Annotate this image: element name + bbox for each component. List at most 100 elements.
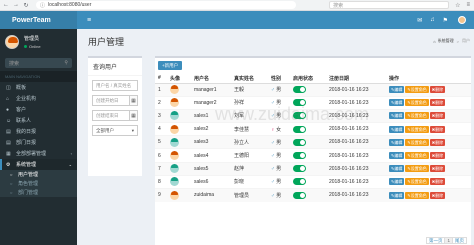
set-role-button[interactable]: ✎设置角色	[405, 125, 429, 133]
sidebar-search-placeholder: 搜索	[9, 60, 20, 67]
enabled-toggle[interactable]	[293, 125, 306, 133]
sidebar-item-company[interactable]: ⌂ 企业机构	[0, 93, 77, 104]
set-role-button[interactable]: ✎设置角色	[405, 86, 429, 94]
breadcrumb-separator: >	[456, 38, 459, 44]
circle-icon: ○	[10, 190, 13, 195]
set-role-button[interactable]: ✎设置角色	[405, 152, 429, 160]
edit-button[interactable]: ✎编辑	[389, 125, 405, 133]
avatar	[170, 164, 179, 174]
delete-button[interactable]: ✖删除	[429, 125, 446, 133]
menu-icon[interactable]: ≡	[466, 2, 470, 8]
edit-button-label: 编辑	[394, 113, 403, 119]
sidebar: 管理员 Online 搜索 ⚲ MAIN NAVIGATION ◫ 概板 ⌂ 企…	[0, 29, 77, 245]
date-from-field[interactable]: 创建开始日 ▦	[92, 95, 138, 106]
delete-button[interactable]: ✖删除	[429, 138, 446, 146]
search-icon[interactable]: ⚲	[64, 60, 68, 66]
user-icon: ●	[6, 106, 10, 113]
enabled-toggle[interactable]	[293, 165, 306, 173]
set-role-button[interactable]: ✎设置角色	[405, 138, 429, 146]
avatar	[170, 137, 179, 147]
mail-icon[interactable]: ✉	[417, 17, 422, 24]
edit-button[interactable]: ✎编辑	[389, 99, 405, 107]
delete-button[interactable]: ✖删除	[429, 112, 446, 120]
enabled-toggle[interactable]	[293, 191, 306, 199]
app-logo[interactable]: PowerTeam	[0, 11, 77, 29]
breadcrumb-current: 用户	[462, 38, 470, 43]
edit-button[interactable]: ✎编辑	[389, 86, 405, 94]
set-role-button[interactable]: ✎设置角色	[405, 178, 429, 186]
edit-button[interactable]: ✎编辑	[389, 165, 405, 173]
sidebar-item-deploy[interactable]: ▦ 全部部署管理 ‹	[0, 148, 77, 159]
set-role-button[interactable]: ✎设置角色	[405, 99, 429, 107]
add-user-button[interactable]: +新用户	[158, 61, 183, 70]
edit-button[interactable]: ✎编辑	[389, 191, 405, 199]
bell-icon[interactable]: ♫	[430, 17, 435, 23]
enabled-toggle[interactable]	[293, 152, 306, 160]
table-row: 7 sales5 赵萍 ♂ 男 2018-01-16 16:23 ✎编辑 ✎设置角色 ✖删除	[155, 161, 471, 176]
date-to-field[interactable]: 创建结束日 ▦	[92, 110, 138, 121]
role-select[interactable]: 全部用户 ▾	[92, 125, 138, 136]
sidebar-subitem-users[interactable]: ○ 用户管理	[0, 170, 77, 179]
calendar-icon[interactable]: ▦	[130, 110, 138, 121]
header-avatar[interactable]	[458, 16, 466, 24]
sidebar-item-system[interactable]: ⚙ 系统管理 ⌄	[0, 159, 77, 170]
enabled-toggle[interactable]	[293, 138, 306, 146]
sidebar-item-dashboard[interactable]: ◫ 概板	[0, 82, 77, 93]
date-to-placeholder: 创建结束日	[96, 112, 119, 118]
avatar-cell	[167, 174, 191, 189]
delete-button[interactable]: ✖删除	[429, 86, 446, 94]
forward-icon[interactable]: →	[12, 1, 20, 9]
status-cell	[290, 148, 326, 163]
sidebar-item-label: 客户	[16, 107, 27, 113]
set-role-button[interactable]: ✎设置角色	[405, 112, 429, 120]
calendar-icon[interactable]: ▦	[130, 95, 138, 106]
set-role-button[interactable]: ✎设置角色	[405, 165, 429, 173]
enabled-toggle[interactable]	[293, 178, 306, 186]
sidebar-item-contact[interactable]: ☺ 联系人	[0, 115, 77, 126]
pager-last[interactable]: 尾页	[452, 237, 467, 244]
delete-button[interactable]: ✖删除	[429, 152, 446, 160]
delete-button[interactable]: ✖删除	[429, 99, 446, 107]
sidebar-item-customer[interactable]: ● 客户	[0, 104, 77, 115]
bank-icon: ⌂	[6, 95, 10, 102]
column-header: 启用状态	[290, 74, 326, 84]
back-icon[interactable]: ←	[2, 1, 10, 9]
delete-button[interactable]: ✖删除	[429, 165, 446, 173]
sidebar-toggle-icon[interactable]: ≡	[87, 17, 91, 24]
delete-button[interactable]: ✖删除	[429, 178, 446, 186]
reload-icon[interactable]: ↻	[22, 1, 30, 9]
edit-button[interactable]: ✎编辑	[389, 138, 405, 146]
flag-icon[interactable]: ⚑	[443, 17, 448, 24]
column-header: 真实姓名	[231, 74, 268, 84]
status-cell	[290, 187, 326, 202]
edit-button[interactable]: ✎编辑	[389, 178, 405, 186]
status-cell	[290, 82, 326, 97]
breadcrumb-home[interactable]: 系统管理	[438, 38, 454, 44]
enabled-toggle[interactable]	[293, 86, 306, 94]
row-number: 9	[155, 187, 167, 202]
realname-cell: 彭晓	[231, 174, 268, 189]
row-number: 7	[155, 161, 167, 176]
sidebar-subitem-depts[interactable]: ○ 部门管理	[0, 188, 77, 197]
username-cell: sales1	[191, 108, 231, 123]
date-to-input[interactable]: 创建结束日	[92, 110, 130, 121]
sidebar-search-input[interactable]: 搜索 ⚲	[5, 58, 72, 68]
sidebar-item-my-report[interactable]: ▤ 我的日报	[0, 126, 77, 137]
set-role-button[interactable]: ✎设置角色	[405, 191, 429, 199]
browser-search-input[interactable]: 搜索	[329, 1, 450, 9]
edit-button-label: 编辑	[394, 166, 403, 172]
edit-button[interactable]: ✎编辑	[389, 152, 405, 160]
sex-text: 男	[276, 153, 282, 160]
edit-button[interactable]: ✎编辑	[389, 112, 405, 120]
star-icon[interactable]: ☆	[455, 2, 460, 9]
date-from-input[interactable]: 创建开始日	[92, 95, 130, 106]
name-search-input[interactable]: 用户名 / 真实姓名	[92, 80, 138, 91]
pager-first[interactable]: 第一页	[425, 237, 446, 244]
enabled-toggle[interactable]	[293, 99, 306, 107]
enabled-toggle[interactable]	[293, 112, 306, 120]
delete-button[interactable]: ✖删除	[429, 191, 446, 199]
sidebar-subitem-roles[interactable]: ○ 角色管理	[0, 179, 77, 188]
address-bar[interactable]: ⓘ localhost:8080/user	[36, 1, 296, 9]
sidebar-item-dept-report[interactable]: ▤ 部门日报	[0, 137, 77, 148]
delete-button-label: 删除	[435, 192, 444, 198]
